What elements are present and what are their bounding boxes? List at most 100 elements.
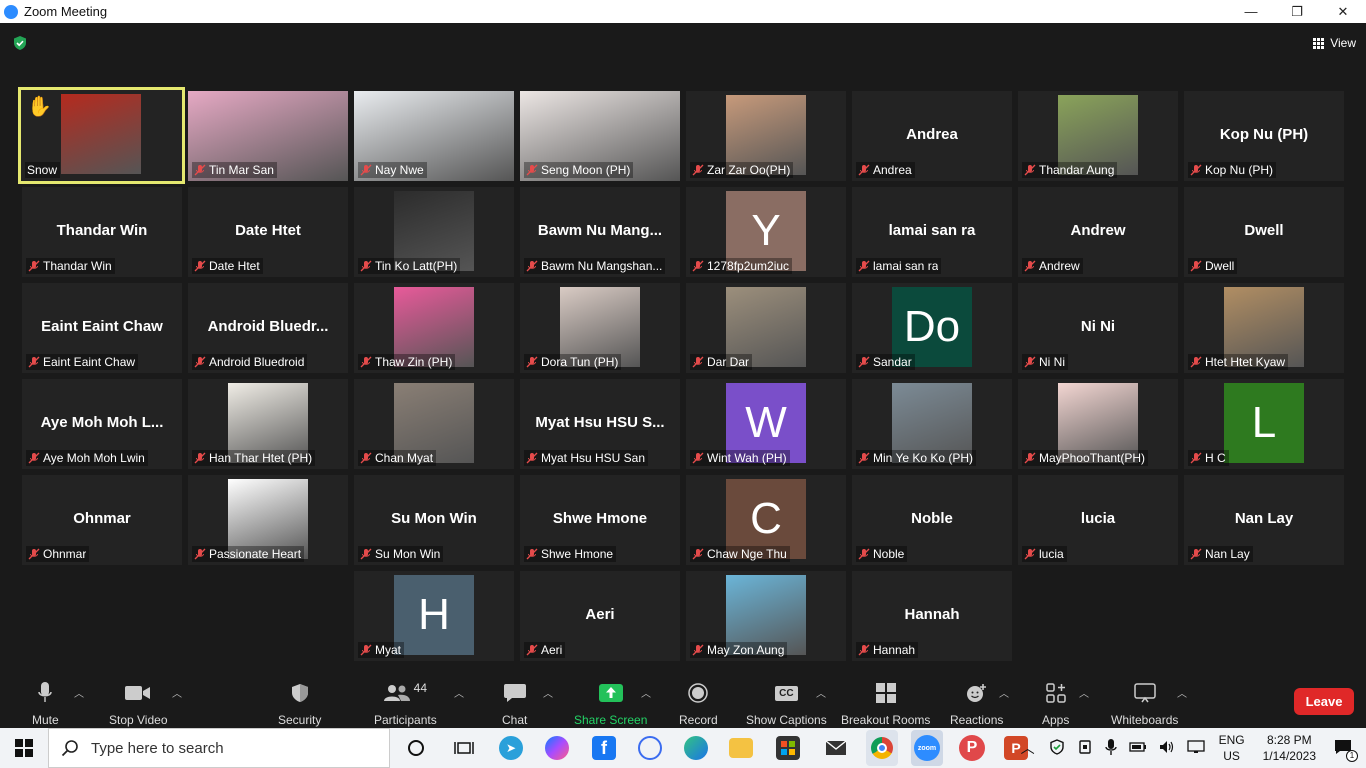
signal-icon[interactable] [638,736,662,760]
minimize-button[interactable]: — [1228,0,1274,23]
file-explorer-icon[interactable] [729,738,753,758]
apps-options-caret-icon[interactable]: ︿ [1079,685,1089,700]
record-button[interactable]: Record [679,681,718,727]
participant-tile[interactable]: Ohnmar Ohnmar [22,475,182,565]
participant-tile[interactable]: Do Sandar [852,283,1012,373]
participant-tile[interactable]: Bawm Nu Mang... Bawm Nu Mangshan... [520,187,680,277]
participant-tile[interactable]: Nan Lay Nan Lay [1184,475,1344,565]
participant-tile[interactable]: Tin Mar San [188,91,348,181]
mute-button[interactable]: Mute [32,681,59,727]
microsoft-store-icon[interactable] [776,736,800,760]
participant-tile[interactable]: Shwe Hmone Shwe Hmone [520,475,680,565]
chat-options-caret-icon[interactable]: ︿ [543,685,553,700]
participant-tile[interactable]: Hannah Hannah [852,571,1012,661]
microphone-tray-icon[interactable] [1104,738,1117,758]
participant-tile[interactable]: Eaint Eaint Chaw Eaint Eaint Chaw [22,283,182,373]
security-button[interactable]: Security [278,681,321,727]
taskbar-search-box[interactable]: Type here to search [48,728,390,768]
participant-tile[interactable]: H Myat [354,571,514,661]
telegram-icon[interactable]: ➤ [499,736,523,760]
network-icon[interactable] [1186,739,1205,757]
participant-tile[interactable]: Kop Nu (PH) Kop Nu (PH) [1184,91,1344,181]
participant-tile[interactable]: Date Htet Date Htet [188,187,348,277]
breakout-rooms-button[interactable]: Breakout Rooms [841,681,930,727]
view-button[interactable]: View [1313,33,1356,53]
battery-icon[interactable] [1128,741,1147,756]
participant-tile[interactable]: Seng Moon (PH) [520,91,680,181]
product-hunt-icon[interactable]: P [959,735,985,761]
facebook-icon[interactable]: f [592,736,616,760]
participant-tile[interactable]: MayPhooThant(PH) [1018,379,1178,469]
video-options-caret-icon[interactable]: ︿ [172,685,182,700]
participant-tile[interactable]: Tin Ko Latt(PH) [354,187,514,277]
participant-tile[interactable]: Y 1278fp2um2iuc [686,187,846,277]
participant-tile[interactable]: Noble Noble [852,475,1012,565]
system-clock[interactable]: 8:28 PM 1/14/2023 [1263,732,1316,764]
participant-tile[interactable]: W Wint Wah (PH) [686,379,846,469]
maximize-button[interactable]: ❐ [1274,0,1320,23]
cortana-icon[interactable] [402,734,430,762]
participant-tile[interactable]: Andrea Andrea [852,91,1012,181]
stop-video-button[interactable]: Stop Video [109,681,168,727]
messenger-icon[interactable] [545,736,569,760]
share-screen-button[interactable]: Share Screen [574,681,647,727]
notifications-icon[interactable]: 1 [1334,739,1358,762]
participant-tile[interactable]: Su Mon Win Su Mon Win [354,475,514,565]
participant-tile[interactable]: Min Ye Ko Ko (PH) [852,379,1012,469]
participant-name: Kop Nu (PH) [1205,163,1274,177]
participant-tile[interactable]: Thaw Zin (PH) [354,283,514,373]
participant-tile[interactable]: ✋ Snow [18,87,185,184]
participant-tile[interactable]: LH C [1184,379,1344,469]
participant-display-name: Noble [911,510,953,527]
input-language-indicator[interactable]: ENG US [1219,732,1245,764]
participant-tile[interactable]: lucia lucia [1018,475,1178,565]
close-button[interactable]: ✕ [1320,0,1366,23]
whiteboards-options-caret-icon[interactable]: ︿ [1177,685,1187,700]
participant-tile[interactable]: Myat Hsu HSU S... Myat Hsu HSU San [520,379,680,469]
participant-tile[interactable]: Dar Dar [686,283,846,373]
participant-tile[interactable]: Android Bluedr... Android Bluedroid [188,283,348,373]
device-icon[interactable] [1077,739,1093,758]
participant-tile[interactable]: Zar Zar Oo(PH) [686,91,846,181]
reactions-button[interactable]: Reactions [950,681,1003,727]
leave-button[interactable]: Leave [1294,688,1354,715]
participant-tile[interactable]: C Chaw Nge Thu [686,475,846,565]
zoom-taskbar-icon[interactable]: zoom [911,730,943,766]
participant-tile[interactable]: Ni Ni Ni Ni [1018,283,1178,373]
participant-tile[interactable]: Chan Myat [354,379,514,469]
participant-tile[interactable]: Dora Tun (PH) [520,283,680,373]
whiteboards-button[interactable]: Whiteboards [1111,681,1178,727]
reactions-options-caret-icon[interactable]: ︿ [999,685,1009,700]
participant-tile[interactable]: Nay Nwe [354,91,514,181]
participant-tile[interactable]: Thandar Aung [1018,91,1178,181]
participant-name-label: Aye Moh Moh Lwin [26,450,148,466]
participants-options-caret-icon[interactable]: ︿ [454,685,464,700]
mute-options-caret-icon[interactable]: ︿ [74,685,84,700]
participant-tile[interactable]: May Zon Aung [686,571,846,661]
volume-icon[interactable] [1159,740,1175,757]
participants-button[interactable]: 44 Participants [374,681,437,727]
edge-browser-icon[interactable] [684,736,708,760]
defender-shield-icon[interactable] [1049,738,1065,758]
captions-options-caret-icon[interactable]: ︿ [816,685,826,700]
participant-tile[interactable]: Htet Htet Kyaw [1184,283,1344,373]
task-view-icon[interactable] [450,734,478,762]
participant-tile[interactable]: Passionate Heart [188,475,348,565]
chrome-icon[interactable] [866,730,898,766]
start-button[interactable] [0,728,48,768]
chat-button[interactable]: Chat [502,681,527,727]
participant-tile[interactable]: Aeri Aeri [520,571,680,661]
participant-tile[interactable]: Aye Moh Moh L... Aye Moh Moh Lwin [22,379,182,469]
participant-tile[interactable]: Han Thar Htet (PH) [188,379,348,469]
show-hidden-icons-chevron-icon[interactable]: ︿ [1021,738,1035,758]
share-options-caret-icon[interactable]: ︿ [641,685,651,700]
participant-tile[interactable]: Thandar Win Thandar Win [22,187,182,277]
encryption-shield-icon[interactable] [12,35,28,51]
participant-tile[interactable]: lamai san ra lamai san ra [852,187,1012,277]
participant-tile[interactable]: Andrew Andrew [1018,187,1178,277]
show-captions-button[interactable]: CC Show Captions [746,681,827,727]
participant-avatar: H [394,575,474,655]
mail-icon[interactable] [822,734,850,762]
apps-button[interactable]: Apps [1042,681,1069,727]
participant-tile[interactable]: Dwell Dwell [1184,187,1344,277]
